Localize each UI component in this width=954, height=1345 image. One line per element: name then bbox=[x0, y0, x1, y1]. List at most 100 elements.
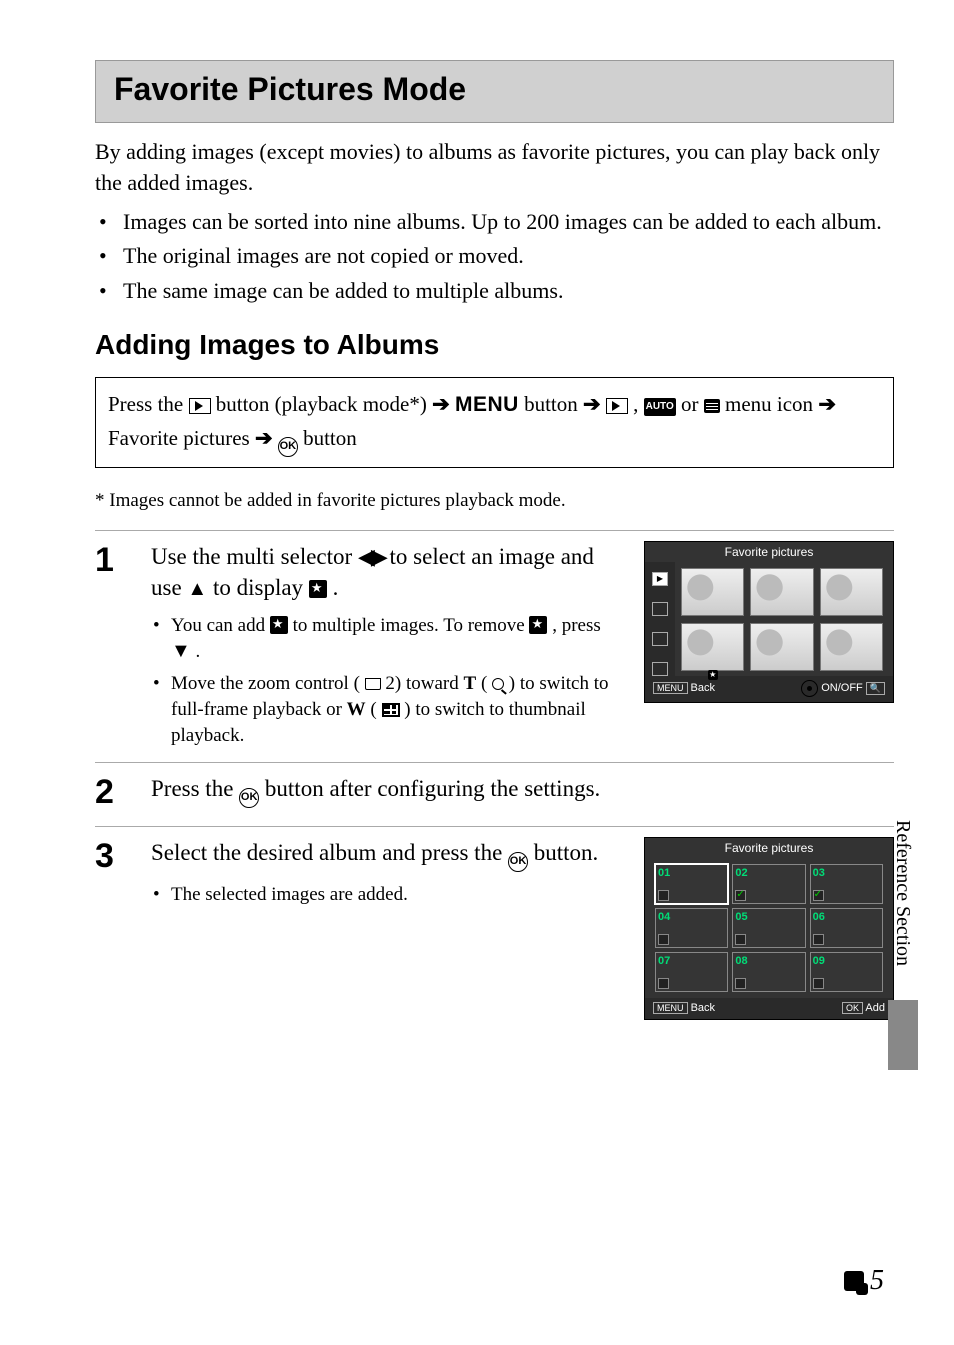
album-check-icon bbox=[658, 934, 669, 945]
ok-icon: OK bbox=[508, 852, 528, 872]
menu-pill-icon: MENU bbox=[653, 682, 688, 694]
lcd-ok-hint: OK Add bbox=[842, 1002, 885, 1014]
t: Move the zoom control ( bbox=[171, 673, 360, 694]
nav-text: button bbox=[524, 392, 583, 416]
intro-bullet: Images can be sorted into nine albums. U… bbox=[117, 207, 894, 238]
ok-pill-icon: OK bbox=[842, 1002, 863, 1014]
t: button after configuring the settings. bbox=[265, 776, 600, 801]
playback-icon bbox=[189, 398, 211, 414]
playback-icon bbox=[606, 398, 628, 414]
step-sub-item: The selected images are added. bbox=[169, 882, 624, 908]
menu-label: MENU bbox=[455, 393, 519, 416]
album-check-icon bbox=[813, 934, 824, 945]
t: ON/OFF bbox=[821, 682, 863, 694]
title-band: Favorite Pictures Mode bbox=[95, 60, 894, 123]
step-1: 1 Use the multi selector ◀▶ to select an… bbox=[95, 530, 894, 755]
step-sublist: You can add to multiple images. To remov… bbox=[151, 613, 624, 749]
step-number: 3 bbox=[95, 837, 131, 873]
album-cell: 04 bbox=[655, 908, 728, 948]
album-cell: 03 bbox=[810, 864, 883, 904]
album-number: 03 bbox=[813, 867, 825, 879]
magnify-icon bbox=[492, 678, 504, 690]
play-mode-icon: ▶ bbox=[652, 572, 668, 586]
album-number: 08 bbox=[735, 955, 747, 967]
page: Favorite Pictures Mode By adding images … bbox=[0, 0, 954, 1345]
album-number: 09 bbox=[813, 955, 825, 967]
side-icon bbox=[652, 662, 668, 676]
thumbnail bbox=[681, 568, 744, 616]
lcd-onoff-hint: ON/OFF 🔍 bbox=[801, 680, 885, 697]
side-icon bbox=[652, 602, 668, 616]
t: ( bbox=[370, 699, 376, 720]
thumbnail bbox=[750, 568, 813, 616]
album-check-icon bbox=[735, 890, 746, 901]
lcd-back-hint: MENU Back bbox=[653, 1002, 715, 1014]
left-right-icon: ◀▶ bbox=[358, 544, 384, 569]
page-number-area: 5 bbox=[844, 1265, 884, 1297]
album-check-icon bbox=[813, 978, 824, 989]
arrow-icon: ➔ bbox=[818, 392, 836, 416]
auto-icon: AUTO bbox=[644, 398, 676, 416]
intro-bullet: The same image can be added to multiple … bbox=[117, 276, 894, 307]
step-title: Select the desired album and press the O… bbox=[151, 837, 624, 872]
album-number: 01 bbox=[658, 867, 670, 879]
album-check-icon bbox=[735, 978, 746, 989]
step-text: to display bbox=[213, 575, 309, 600]
album-number: 04 bbox=[658, 911, 670, 923]
sidebar-accent bbox=[888, 1000, 918, 1070]
album-cell: 01 bbox=[655, 864, 728, 904]
nav-text: menu icon bbox=[725, 392, 818, 416]
favorite-star-icon bbox=[529, 616, 547, 634]
t: 2) toward bbox=[385, 673, 463, 694]
album-check-icon bbox=[658, 890, 669, 901]
album-cell: 08 bbox=[732, 952, 805, 992]
step-2: 2 Press the OK button after configuring … bbox=[95, 762, 894, 818]
selector-icon bbox=[801, 680, 818, 697]
step-sub-item: You can add to multiple images. To remov… bbox=[169, 613, 624, 666]
t: You can add bbox=[171, 615, 270, 636]
intro-bullet: The original images are not copied or mo… bbox=[117, 241, 894, 272]
album-cell: 06 bbox=[810, 908, 883, 948]
album-check-icon bbox=[658, 978, 669, 989]
t: Select the desired album and press the bbox=[151, 840, 508, 865]
album-grid: 01 02 03 04 05 06 07 08 09 bbox=[645, 858, 893, 998]
favorite-mark-icon: ★ bbox=[708, 670, 718, 680]
side-icon bbox=[652, 632, 668, 646]
thumbnail: ★ bbox=[681, 623, 744, 671]
lcd-preview-thumbnails: Favorite pictures ▶ ★ bbox=[644, 541, 894, 703]
album-check-icon bbox=[813, 890, 824, 901]
nav-text: or bbox=[681, 392, 704, 416]
t: Back bbox=[691, 1002, 715, 1014]
album-cell: 07 bbox=[655, 952, 728, 992]
thumbnail bbox=[820, 623, 883, 671]
down-icon: ▼ bbox=[171, 640, 191, 662]
ok-icon: OK bbox=[278, 437, 298, 457]
reference-mark-icon bbox=[844, 1271, 864, 1291]
manual-ref-icon bbox=[365, 678, 381, 690]
nav-path-box: Press the button (playback mode*) ➔ MENU… bbox=[95, 377, 894, 468]
lcd-back-hint: MENUBack bbox=[653, 680, 715, 697]
step-number: 2 bbox=[95, 773, 131, 809]
t: button. bbox=[534, 840, 599, 865]
album-cell: 09 bbox=[810, 952, 883, 992]
album-cell: 02 bbox=[732, 864, 805, 904]
t: to multiple images. To remove bbox=[293, 615, 530, 636]
nav-text: Favorite pictures bbox=[108, 426, 255, 450]
ok-icon: OK bbox=[239, 788, 259, 808]
arrow-icon: ➔ bbox=[255, 426, 273, 450]
album-cell: 05 bbox=[732, 908, 805, 948]
nav-text: button bbox=[303, 426, 357, 450]
menu-pill-icon: MENU bbox=[653, 1002, 688, 1014]
zoom-w-label: W bbox=[347, 699, 366, 720]
favorite-star-icon bbox=[270, 616, 288, 634]
thumbnail-icon bbox=[382, 703, 400, 717]
zoom-pill-icon: 🔍 bbox=[866, 682, 885, 695]
t: . bbox=[196, 641, 201, 662]
arrow-icon: ➔ bbox=[432, 392, 450, 416]
arrow-icon: ➔ bbox=[583, 392, 601, 416]
lcd-footer: MENU Back OK Add bbox=[645, 998, 893, 1019]
lcd-preview-albums: Favorite pictures 01 02 03 04 05 06 07 0… bbox=[644, 837, 894, 1020]
album-number: 07 bbox=[658, 955, 670, 967]
footnote: * Images cannot be added in favorite pic… bbox=[95, 490, 894, 512]
t: Back bbox=[691, 682, 715, 694]
